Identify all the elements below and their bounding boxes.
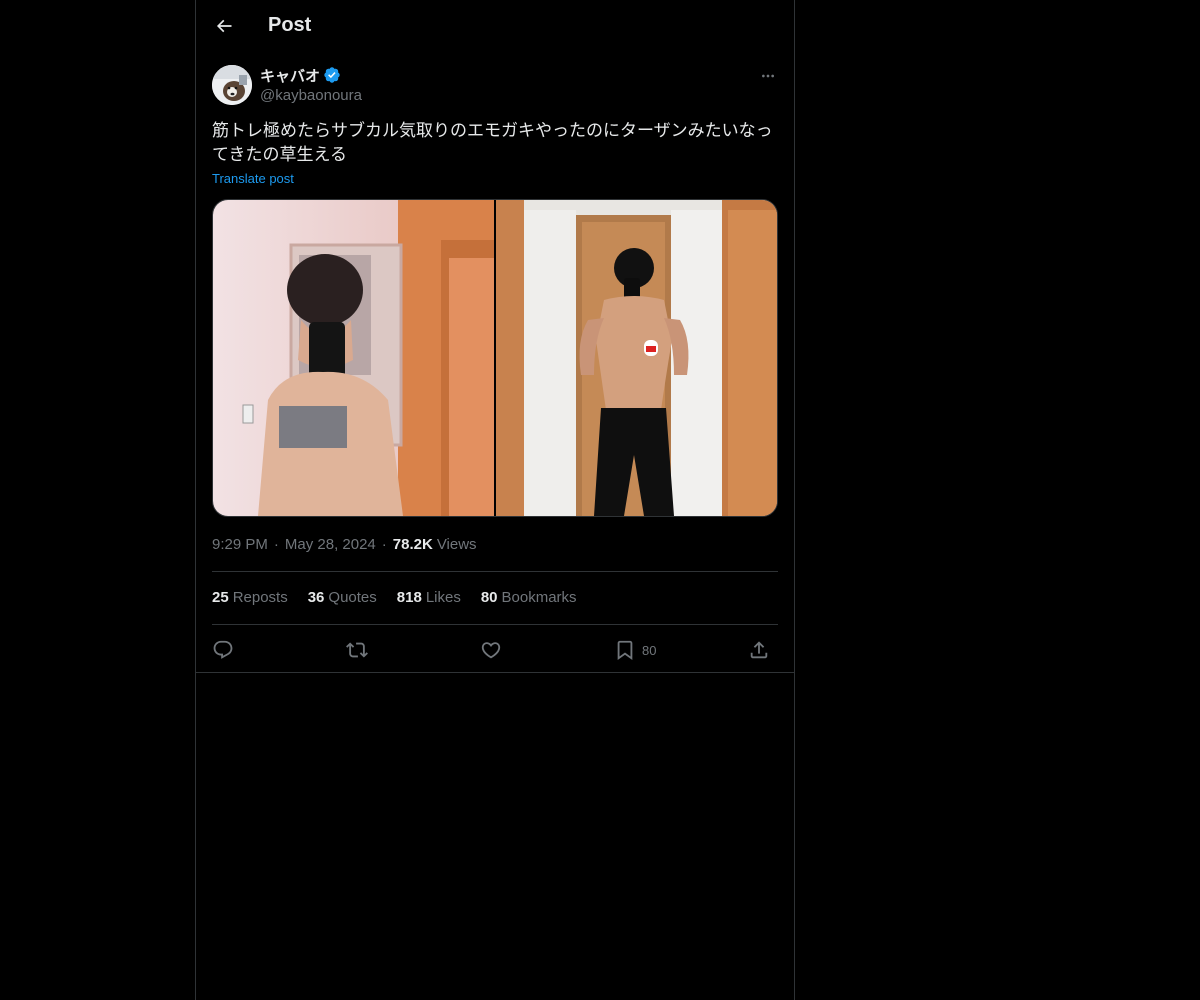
more-horizontal-icon	[762, 74, 774, 78]
share-icon	[750, 641, 768, 659]
likes-label: Likes	[425, 589, 461, 606]
reposts-label: Reposts	[232, 589, 288, 606]
post-actions-bar: 80	[212, 636, 778, 664]
bookmarks-count: 80	[480, 589, 498, 606]
post-detail-column: Post キャバオ @kaybaonoura 筋トレ極めたらサブカル気取りのエモ…	[195, 0, 795, 1000]
repost-button[interactable]	[346, 636, 368, 664]
quotes-label: Quotes	[328, 589, 377, 606]
stat-likes[interactable]: 818 Likes	[397, 589, 461, 606]
stat-quotes[interactable]: 36 Quotes	[308, 589, 377, 606]
arrow-left-icon	[216, 19, 232, 33]
post-meta: 9:29 PM · May 28, 2024 · 78.2K Views	[212, 536, 477, 553]
more-options-button[interactable]	[758, 66, 778, 86]
share-button[interactable]	[748, 636, 770, 664]
author-display-name[interactable]: キャバオ	[260, 65, 320, 86]
meta-separator: ·	[273, 536, 279, 553]
stat-reposts[interactable]: 25 Reposts	[212, 589, 288, 606]
post-date[interactable]: May 28, 2024	[285, 536, 376, 553]
reply-button[interactable]	[212, 636, 234, 664]
reposts-count: 25	[212, 589, 229, 606]
bookmark-button[interactable]: 80	[614, 636, 656, 664]
likes-count: 818	[396, 589, 422, 606]
bookmark-count: 80	[642, 642, 657, 658]
meta-separator: ·	[381, 536, 387, 553]
page-title: Post	[268, 14, 312, 36]
heart-icon	[481, 642, 501, 659]
avatar[interactable]	[212, 65, 252, 105]
quotes-count: 36	[307, 589, 325, 606]
verified-badge-icon	[323, 66, 341, 84]
author-handle[interactable]: @kaybaonoura	[260, 87, 362, 104]
engagement-stats: 25 Reposts 36 Quotes 818 Likes 80 Bookmarks	[212, 589, 597, 606]
divider	[196, 672, 794, 673]
bookmarks-label: Bookmarks	[501, 589, 577, 606]
divider	[212, 624, 778, 625]
stat-bookmarks[interactable]: 80 Bookmarks	[481, 589, 577, 606]
like-button[interactable]	[480, 636, 502, 664]
repost-icon	[346, 642, 368, 658]
author-name-row[interactable]: キャバオ	[260, 65, 341, 85]
divider	[212, 571, 778, 572]
post-time[interactable]: 9:29 PM	[212, 536, 268, 553]
bookmark-icon	[617, 640, 633, 661]
back-button[interactable]	[208, 10, 240, 42]
post-photo-1[interactable]	[213, 200, 494, 516]
photo-after-image	[496, 200, 777, 516]
translate-post-link[interactable]: Translate post	[212, 171, 294, 186]
views-label: Views	[436, 536, 477, 553]
post-text: 筋トレ極めたらサブカル気取りのエモガキやったのにターザンみたいなってきたの草生え…	[212, 121, 773, 164]
photo-before-image	[213, 200, 494, 516]
avatar-image	[212, 65, 252, 105]
post-media-grid	[212, 199, 778, 517]
views-count: 78.2K	[392, 536, 433, 553]
post-photo-2[interactable]	[496, 200, 777, 516]
reply-icon	[213, 640, 233, 659]
post-header: Post	[196, 0, 794, 53]
